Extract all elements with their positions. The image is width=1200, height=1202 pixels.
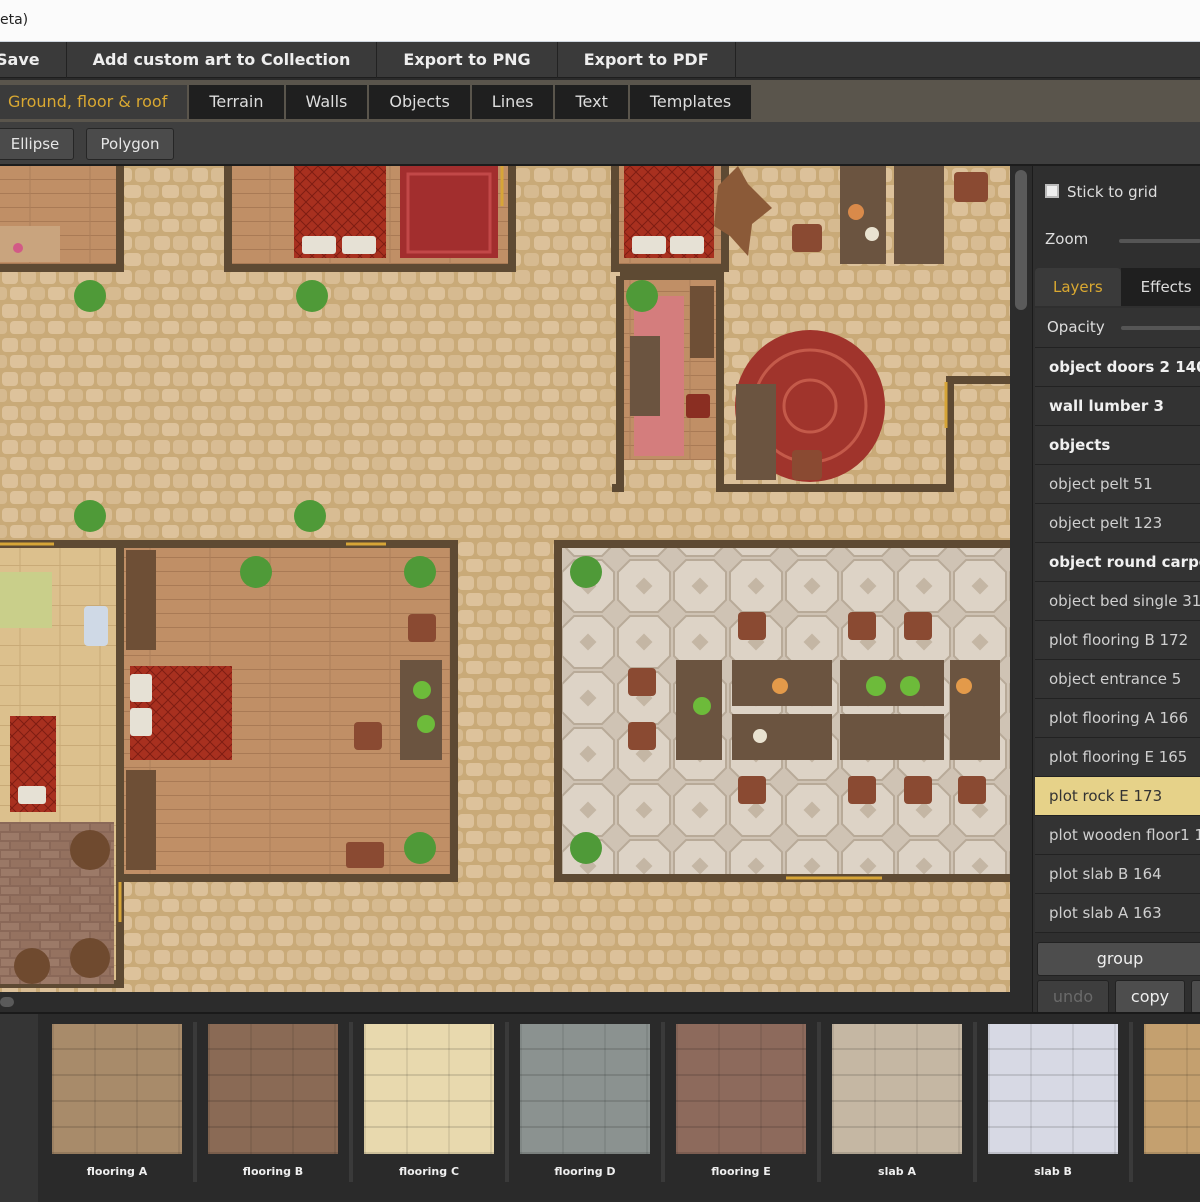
tile-divider <box>193 1022 197 1182</box>
texture-swatch <box>520 1024 650 1154</box>
map-canvas[interactable] <box>0 166 1010 992</box>
texture-tile[interactable]: flooring B <box>202 1022 353 1182</box>
tile-divider <box>661 1022 665 1182</box>
texture-swatch <box>364 1024 494 1154</box>
layer-item[interactable]: object bed single 31 <box>1035 582 1200 621</box>
texture-label: flooring B <box>242 1165 304 1178</box>
export-png-button[interactable]: Export to PNG <box>377 42 558 78</box>
texture-label: flooring E <box>711 1165 771 1178</box>
texture-swatch <box>1144 1024 1200 1154</box>
texture-label: flooring C <box>398 1165 460 1178</box>
tab-text[interactable]: Text <box>555 85 628 119</box>
layer-item[interactable]: plot flooring E 165 <box>1035 738 1200 777</box>
texture-tile[interactable]: slab B <box>982 1022 1133 1182</box>
tab-walls[interactable]: Walls <box>285 85 368 119</box>
texture-label: slab B <box>1034 1165 1072 1178</box>
tile-divider <box>973 1022 977 1182</box>
window-title-bar: eta) <box>0 0 1200 42</box>
panel-tabs: Layers Effects <box>1035 268 1200 306</box>
menu-bar: Save Add custom art to Collection Export… <box>0 42 1200 78</box>
copy-button[interactable]: copy <box>1115 980 1185 1014</box>
tile-divider <box>505 1022 509 1182</box>
horizontal-scroll-thumb[interactable] <box>0 997 14 1007</box>
polygon-button[interactable]: Polygon <box>86 128 174 160</box>
layer-list: object doors 2 140 wall lumber 3 objects… <box>1035 348 1200 933</box>
layer-item[interactable]: plot slab A 163 <box>1035 894 1200 933</box>
layer-item[interactable]: wall lumber 3 <box>1035 387 1200 426</box>
texture-label: flooring D <box>554 1165 616 1178</box>
stick-to-grid-label: Stick to grid <box>1067 183 1158 201</box>
tab-layers[interactable]: Layers <box>1035 268 1121 306</box>
tab-objects[interactable]: Objects <box>369 85 470 119</box>
shape-toolbar: Ellipse Polygon <box>0 122 1200 166</box>
tab-lines[interactable]: Lines <box>471 85 554 119</box>
tab-ground-floor-roof[interactable]: Ground, floor & roof <box>0 85 188 119</box>
texture-swatch <box>832 1024 962 1154</box>
texture-tile[interactable]: slab A <box>826 1022 977 1182</box>
ellipse-button[interactable]: Ellipse <box>0 128 74 160</box>
vertical-scroll-thumb[interactable] <box>1015 170 1027 310</box>
layer-item[interactable]: objects <box>1035 426 1200 465</box>
map-drawing <box>0 166 1010 992</box>
undo-button[interactable]: undo <box>1037 980 1109 1014</box>
stick-to-grid-checkbox[interactable] <box>1045 184 1059 198</box>
tab-templates[interactable]: Templates <box>629 85 752 119</box>
texture-label: slab A <box>878 1165 916 1178</box>
opacity-label: Opacity <box>1047 318 1105 336</box>
texture-tile[interactable] <box>1138 1022 1200 1182</box>
layer-item[interactable]: plot flooring A 166 <box>1035 699 1200 738</box>
layer-item[interactable]: plot flooring B 172 <box>1035 621 1200 660</box>
layer-item[interactable]: object pelt 51 <box>1035 465 1200 504</box>
texture-tile[interactable]: flooring E <box>670 1022 821 1182</box>
texture-swatch <box>988 1024 1118 1154</box>
texture-swatch <box>676 1024 806 1154</box>
texture-swatch <box>208 1024 338 1154</box>
layer-item[interactable]: plot wooden floor1 1 <box>1035 816 1200 855</box>
layer-item[interactable]: object round carpet <box>1035 543 1200 582</box>
tile-divider <box>349 1022 353 1182</box>
texture-tile[interactable]: flooring A <box>46 1022 197 1182</box>
layer-item[interactable]: object doors 2 140 <box>1035 348 1200 387</box>
texture-tray: flooring A flooring B flooring C floorin… <box>0 1012 1200 1202</box>
layer-item[interactable]: plot slab B 164 <box>1035 855 1200 894</box>
texture-label: flooring A <box>86 1165 148 1178</box>
zoom-label: Zoom <box>1045 230 1089 248</box>
save-button[interactable]: Save <box>0 42 67 78</box>
export-pdf-button[interactable]: Export to PDF <box>558 42 736 78</box>
layer-item-selected[interactable]: plot rock E 173 <box>1035 777 1200 816</box>
right-panel: Stick to grid Zoom Layers Effects Opacit… <box>1032 166 1200 1014</box>
tile-divider <box>817 1022 821 1182</box>
opacity-row: Opacity <box>1035 308 1200 348</box>
tab-terrain[interactable]: Terrain <box>189 85 284 119</box>
add-custom-art-button[interactable]: Add custom art to Collection <box>67 42 378 78</box>
texture-tile[interactable]: flooring D <box>514 1022 665 1182</box>
more-button[interactable] <box>1191 980 1200 1014</box>
window-title: eta) <box>0 12 29 28</box>
texture-swatch <box>52 1024 182 1154</box>
vertical-scrollbar[interactable] <box>1010 166 1032 992</box>
layer-item[interactable]: object pelt 123 <box>1035 504 1200 543</box>
layer-item[interactable]: object entrance 5 <box>1035 660 1200 699</box>
category-tab-bar: Ground, floor & roof Terrain Walls Objec… <box>0 80 1200 122</box>
opacity-slider[interactable] <box>1121 326 1200 330</box>
tile-divider <box>1129 1022 1133 1182</box>
texture-tile[interactable]: flooring C <box>358 1022 509 1182</box>
zoom-slider[interactable] <box>1119 239 1200 243</box>
group-button[interactable]: group <box>1037 942 1200 976</box>
tab-effects[interactable]: Effects <box>1120 268 1200 306</box>
tray-scroll-left[interactable] <box>0 1014 38 1202</box>
horizontal-scrollbar[interactable] <box>0 992 1032 1012</box>
